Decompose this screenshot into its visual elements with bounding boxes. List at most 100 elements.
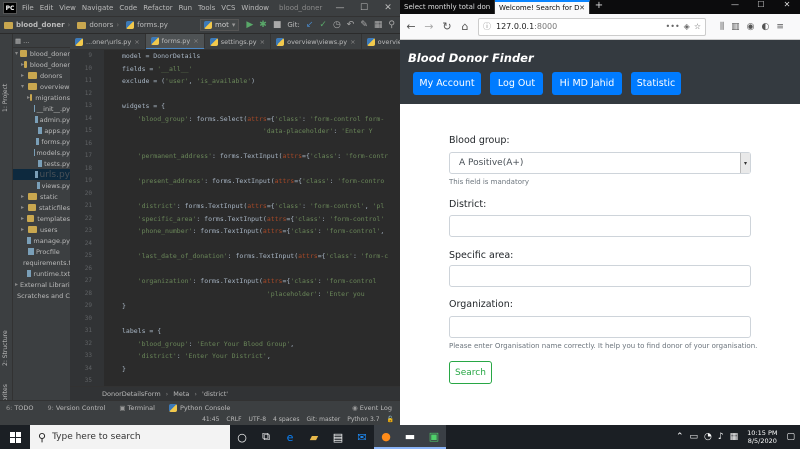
code-line[interactable]: [104, 163, 400, 176]
python-console-tool-button[interactable]: Python Console: [168, 403, 230, 412]
version-control-tool-button[interactable]: 9: Version Control: [48, 404, 106, 412]
code-line[interactable]: 'district': 'Enter Your District',: [104, 350, 400, 363]
editor-tab[interactable]: settings.py ×: [205, 34, 272, 49]
tree-item[interactable]: tests.py: [13, 158, 70, 169]
bookmark-star-icon[interactable]: ☆: [694, 22, 701, 31]
python-interpreter[interactable]: Python 3.7: [347, 416, 379, 423]
tree-item[interactable]: admin.py: [13, 114, 70, 125]
tree-item[interactable]: apps.py: [13, 125, 70, 136]
history-icon[interactable]: ◷: [333, 20, 341, 30]
chevron-right-icon[interactable]: ▸: [21, 193, 28, 200]
editor-tab[interactable]: overview\views.py ×: [271, 34, 362, 49]
statistic-button[interactable]: Statistic: [631, 72, 681, 95]
menu-icon[interactable]: ≡: [776, 22, 784, 32]
menu-navigate[interactable]: Navigate: [82, 4, 113, 12]
tree-item[interactable]: ▸ static: [13, 191, 70, 202]
indent-setting[interactable]: 4 spaces: [273, 416, 299, 423]
close-tab-icon[interactable]: ×: [193, 37, 198, 45]
tree-item[interactable]: ▾ overview: [13, 81, 70, 92]
debug-icon[interactable]: ✱: [259, 20, 267, 30]
code-line[interactable]: 'placeholder': 'Enter you: [104, 288, 400, 301]
code-line[interactable]: [104, 238, 400, 251]
tree-item[interactable]: ▸ donors: [13, 70, 70, 81]
todo-tool-button[interactable]: 6: TODO: [6, 404, 34, 412]
editor-tab[interactable]: forms.py ×: [145, 34, 205, 49]
menu-vcs[interactable]: VCS: [221, 4, 235, 12]
code-line[interactable]: 'last_date_of_donation': forms.TextInput…: [104, 250, 400, 263]
project-tool-button[interactable]: 1: Project: [2, 84, 9, 112]
chevron-right-icon[interactable]: ▸: [21, 72, 28, 79]
code-line[interactable]: [104, 263, 400, 276]
menu-view[interactable]: View: [59, 4, 76, 12]
menu-tools[interactable]: Tools: [198, 4, 215, 12]
code-line[interactable]: [104, 88, 400, 101]
code-line[interactable]: [104, 375, 400, 386]
battery-icon[interactable]: ▭: [690, 432, 699, 442]
page-info-icon[interactable]: ⓘ: [483, 21, 491, 32]
tree-item[interactable]: forms.py: [13, 136, 70, 147]
maximize-icon[interactable]: ☐: [748, 0, 774, 14]
store-icon[interactable]: ▤: [326, 425, 350, 449]
code-line[interactable]: 'present_address': forms.TextInput(attrs…: [104, 175, 400, 188]
volume-icon[interactable]: ♪: [718, 432, 724, 442]
chevron-down-icon[interactable]: ▾: [21, 83, 28, 90]
search-button[interactable]: Search: [449, 361, 492, 384]
specific-area-input[interactable]: [449, 265, 751, 287]
tree-item[interactable]: models.py: [13, 147, 70, 158]
cmd-icon[interactable]: ▬: [398, 425, 422, 449]
code-line[interactable]: exclude = ('user', 'is_available'): [104, 75, 400, 88]
taskbar-search-box[interactable]: ⚲ Type here to search: [30, 425, 230, 449]
user-greeting-button[interactable]: Hi MD Jahid: [552, 72, 622, 95]
code-line[interactable]: widgets = {: [104, 100, 400, 113]
lock-icon[interactable]: 🔓: [387, 416, 394, 423]
code-line[interactable]: 'phone_number': forms.TextInput(attrs={'…: [104, 225, 400, 238]
code-line[interactable]: 'district': forms.TextInput(attrs={'clas…: [104, 200, 400, 213]
library-icon[interactable]: ⫼: [720, 22, 724, 32]
search-icon[interactable]: ⚲: [388, 20, 395, 30]
breadcrumb-class[interactable]: DonorDetailsForm: [102, 390, 161, 398]
tree-item[interactable]: manage.py: [13, 235, 70, 246]
browser-tab-search-donor[interactable]: Welcome! Search for Donor ✕: [495, 0, 590, 14]
forward-icon[interactable]: →: [420, 20, 438, 33]
git-update-icon[interactable]: ↙: [306, 20, 314, 30]
back-icon[interactable]: ←: [402, 20, 420, 33]
terminal-tool-button[interactable]: ▣ Terminal: [119, 404, 155, 412]
blood-group-select[interactable]: A Positive(A+) ▾: [449, 152, 751, 174]
editor-tab[interactable]: ...oner\urls.py ×: [70, 34, 146, 49]
close-tab-icon[interactable]: ×: [350, 38, 355, 46]
code-line[interactable]: labels = {: [104, 325, 400, 338]
tree-item[interactable]: views.py: [13, 180, 70, 191]
chevron-right-icon[interactable]: ▸: [21, 204, 28, 211]
code-line[interactable]: 'blood_group': forms.Select(attrs={'clas…: [104, 113, 400, 126]
code-line[interactable]: }: [104, 300, 400, 313]
minimize-icon[interactable]: —: [328, 3, 352, 13]
tree-item[interactable]: requirements.txt: [13, 257, 70, 268]
network-icon[interactable]: ◔: [704, 432, 712, 442]
code-line[interactable]: [104, 138, 400, 151]
close-icon[interactable]: ✕: [376, 3, 400, 13]
sidebar-icon[interactable]: ▥: [731, 22, 740, 32]
maximize-icon[interactable]: ☐: [352, 3, 376, 13]
code-line[interactable]: [104, 313, 400, 326]
menu-code[interactable]: Code: [119, 4, 137, 12]
page-actions-icon[interactable]: •••: [666, 22, 680, 31]
log-out-button[interactable]: Log Out: [490, 72, 543, 95]
chevron-right-icon[interactable]: ▸: [21, 215, 27, 222]
tree-item[interactable]: ▾ blood_doner: [13, 48, 70, 59]
new-tab-icon[interactable]: +: [590, 0, 608, 14]
code-line[interactable]: }: [104, 363, 400, 376]
tree-item[interactable]: ▸ migrations: [13, 92, 70, 103]
reload-icon[interactable]: ↻: [438, 20, 456, 33]
project-panel-title[interactable]: ...: [23, 37, 29, 45]
structure-tool-button[interactable]: 2: Structure: [2, 330, 9, 366]
pycharm-icon[interactable]: ▣: [422, 425, 446, 449]
nav-crumb-folder[interactable]: donors: [77, 21, 113, 29]
district-input[interactable]: [449, 215, 751, 237]
task-view-icon[interactable]: ⧉: [254, 425, 278, 449]
revert-icon[interactable]: ↶: [347, 20, 355, 30]
tree-item[interactable]: ▸ blood_doner: [13, 59, 70, 70]
tree-item[interactable]: __init__.py: [13, 103, 70, 114]
breadcrumb-key[interactable]: 'district': [202, 390, 228, 398]
start-button[interactable]: [0, 425, 30, 449]
code-line[interactable]: 'blood_group': 'Enter Your Blood Group',: [104, 338, 400, 351]
